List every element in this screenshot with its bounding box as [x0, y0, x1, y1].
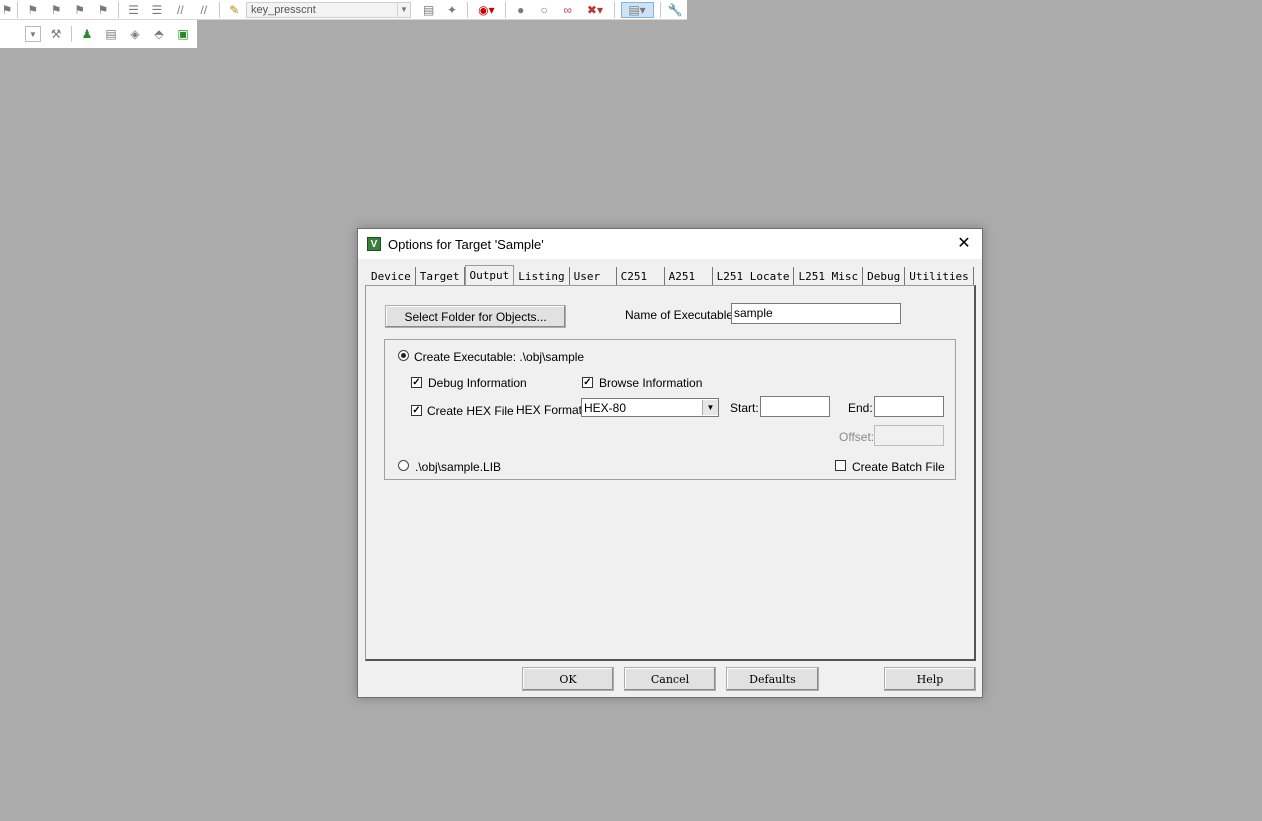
tab-l251-locate[interactable]: L251 Locate	[713, 267, 795, 285]
create-batch-checkbox[interactable]	[835, 460, 846, 471]
target-select-icon[interactable]: ▼	[25, 26, 41, 42]
select-folder-button[interactable]: Select Folder for Objects...	[385, 305, 566, 328]
disable-all-breakpoints-icon[interactable]: ∞	[559, 2, 576, 18]
name-exec-label: Name of Executable:	[625, 308, 737, 322]
start-input[interactable]	[760, 396, 830, 417]
start-label: Start:	[730, 401, 759, 415]
offset-label: Offset:	[839, 430, 875, 444]
tab-device[interactable]: Device	[367, 267, 416, 285]
indent-icon[interactable]: ☰	[125, 2, 142, 18]
chevron-down-icon[interactable]: ▼	[702, 400, 718, 415]
bookmark-icon[interactable]: ⚑	[24, 2, 41, 18]
close-icon[interactable]: ✕	[954, 233, 974, 253]
dialog-title: Options for Target 'Sample'	[388, 237, 544, 252]
name-exec-input[interactable]: sample	[731, 303, 901, 324]
comment-icon[interactable]: //	[172, 2, 189, 18]
tab-a251[interactable]: A251	[665, 267, 713, 285]
toolbar-separator	[117, 1, 119, 18]
prev-bookmark-icon[interactable]: ⚑	[47, 2, 64, 18]
tab-utilities[interactable]: Utilities	[905, 267, 974, 285]
configure-icon[interactable]: 🔧	[667, 2, 684, 18]
browse-info-checkbox[interactable]: ✓	[582, 377, 593, 388]
create-hex-label: Create HEX File	[427, 404, 514, 418]
incremental-find-icon[interactable]: ✦	[443, 2, 460, 18]
create-lib-label: .\obj\sample.LIB	[415, 460, 502, 474]
toolbar-separator	[218, 1, 220, 18]
create-exec-label: Create Executable: .\obj\sample	[414, 350, 585, 364]
create-exec-radio[interactable]	[398, 350, 409, 361]
create-batch-label: Create Batch File	[852, 460, 945, 474]
toolbar-separator	[505, 1, 506, 18]
dialog-titlebar: V Options for Target 'Sample' ✕	[358, 229, 982, 259]
create-lib-radio[interactable]	[398, 460, 409, 471]
debug-session-icon[interactable]: ◉▾	[474, 2, 499, 18]
defaults-button[interactable]: Defaults	[726, 667, 819, 691]
find-combo[interactable]: key_presscnt ▼	[245, 1, 411, 18]
end-input[interactable]	[874, 396, 944, 417]
next-bookmark-icon[interactable]: ⚑	[71, 2, 88, 18]
find-in-files-icon[interactable]: ✎	[226, 2, 243, 18]
hex-format-label: HEX Format:	[516, 403, 586, 417]
tab-strip: Device Target Output Listing User C251 A…	[367, 265, 974, 286]
chevron-down-icon[interactable]: ▼	[396, 2, 410, 17]
cancel-button[interactable]: Cancel	[624, 667, 716, 691]
toolbar-separator	[71, 26, 72, 42]
find-combo-value: key_presscnt	[250, 3, 316, 16]
tab-c251[interactable]: C251	[617, 267, 665, 285]
debug-info-checkbox[interactable]: ✓	[411, 377, 422, 388]
run-time-environment-icon[interactable]: ▣	[174, 26, 192, 42]
select-software-packs-icon[interactable]: ⬘	[150, 26, 168, 42]
unindent-icon[interactable]: ☰	[148, 2, 165, 18]
tab-l251-misc[interactable]: L251 Misc	[794, 267, 864, 285]
tab-target[interactable]: Target	[416, 267, 465, 285]
kill-breakpoints-icon[interactable]: ✖▾	[582, 2, 607, 18]
toolbar-separator	[17, 1, 18, 18]
offset-input	[874, 425, 944, 446]
tab-debug[interactable]: Debug	[863, 267, 906, 285]
browse-info-label: Browse Information	[599, 376, 703, 390]
multi-project-icon[interactable]: ▤	[102, 26, 120, 42]
window-layout-icon[interactable]: ▤▾	[620, 1, 654, 18]
toolbar-separator	[466, 1, 468, 18]
breakpoint-icon[interactable]: ●	[512, 2, 529, 18]
disable-breakpoint-icon[interactable]: ○	[535, 2, 552, 18]
build-toolbar: ▼ ⚒ ♟ ▤ ◈ ⬘ ▣	[0, 20, 197, 48]
wizard-icon[interactable]: ⚒	[47, 26, 65, 42]
find-icon[interactable]: ▤	[420, 2, 437, 18]
toolbar-separator	[659, 1, 661, 18]
debug-info-label: Debug Information	[428, 376, 527, 390]
ok-button[interactable]: OK	[522, 667, 614, 691]
radio-dot	[401, 353, 406, 358]
main-toolbar: ⚑ ⚑ ⚑ ⚑ ⚑ ☰ ☰ // // ✎ key_presscnt ▼ ▤ ✦…	[0, 0, 687, 20]
keil-app-icon: V	[367, 237, 381, 251]
toolbar-separator	[613, 1, 615, 18]
flag-icon[interactable]: ⚑	[2, 2, 13, 18]
tab-listing[interactable]: Listing	[514, 267, 570, 285]
options-dialog: V Options for Target 'Sample' ✕ Device T…	[357, 228, 983, 698]
hex-format-select[interactable]: HEX-80 ▼	[581, 398, 719, 417]
hex-format-value: HEX-80	[584, 400, 627, 415]
tab-output[interactable]: Output	[464, 265, 515, 285]
end-label: End:	[848, 401, 873, 415]
tab-user[interactable]: User	[570, 267, 617, 285]
help-button[interactable]: Help	[884, 667, 976, 691]
uncomment-icon[interactable]: //	[195, 2, 212, 18]
create-hex-checkbox[interactable]: ✓	[411, 405, 422, 416]
manage-components-icon[interactable]: ♟	[78, 26, 96, 42]
pack-installer-icon[interactable]: ◈	[126, 26, 144, 42]
clear-bookmarks-icon[interactable]: ⚑	[94, 2, 111, 18]
